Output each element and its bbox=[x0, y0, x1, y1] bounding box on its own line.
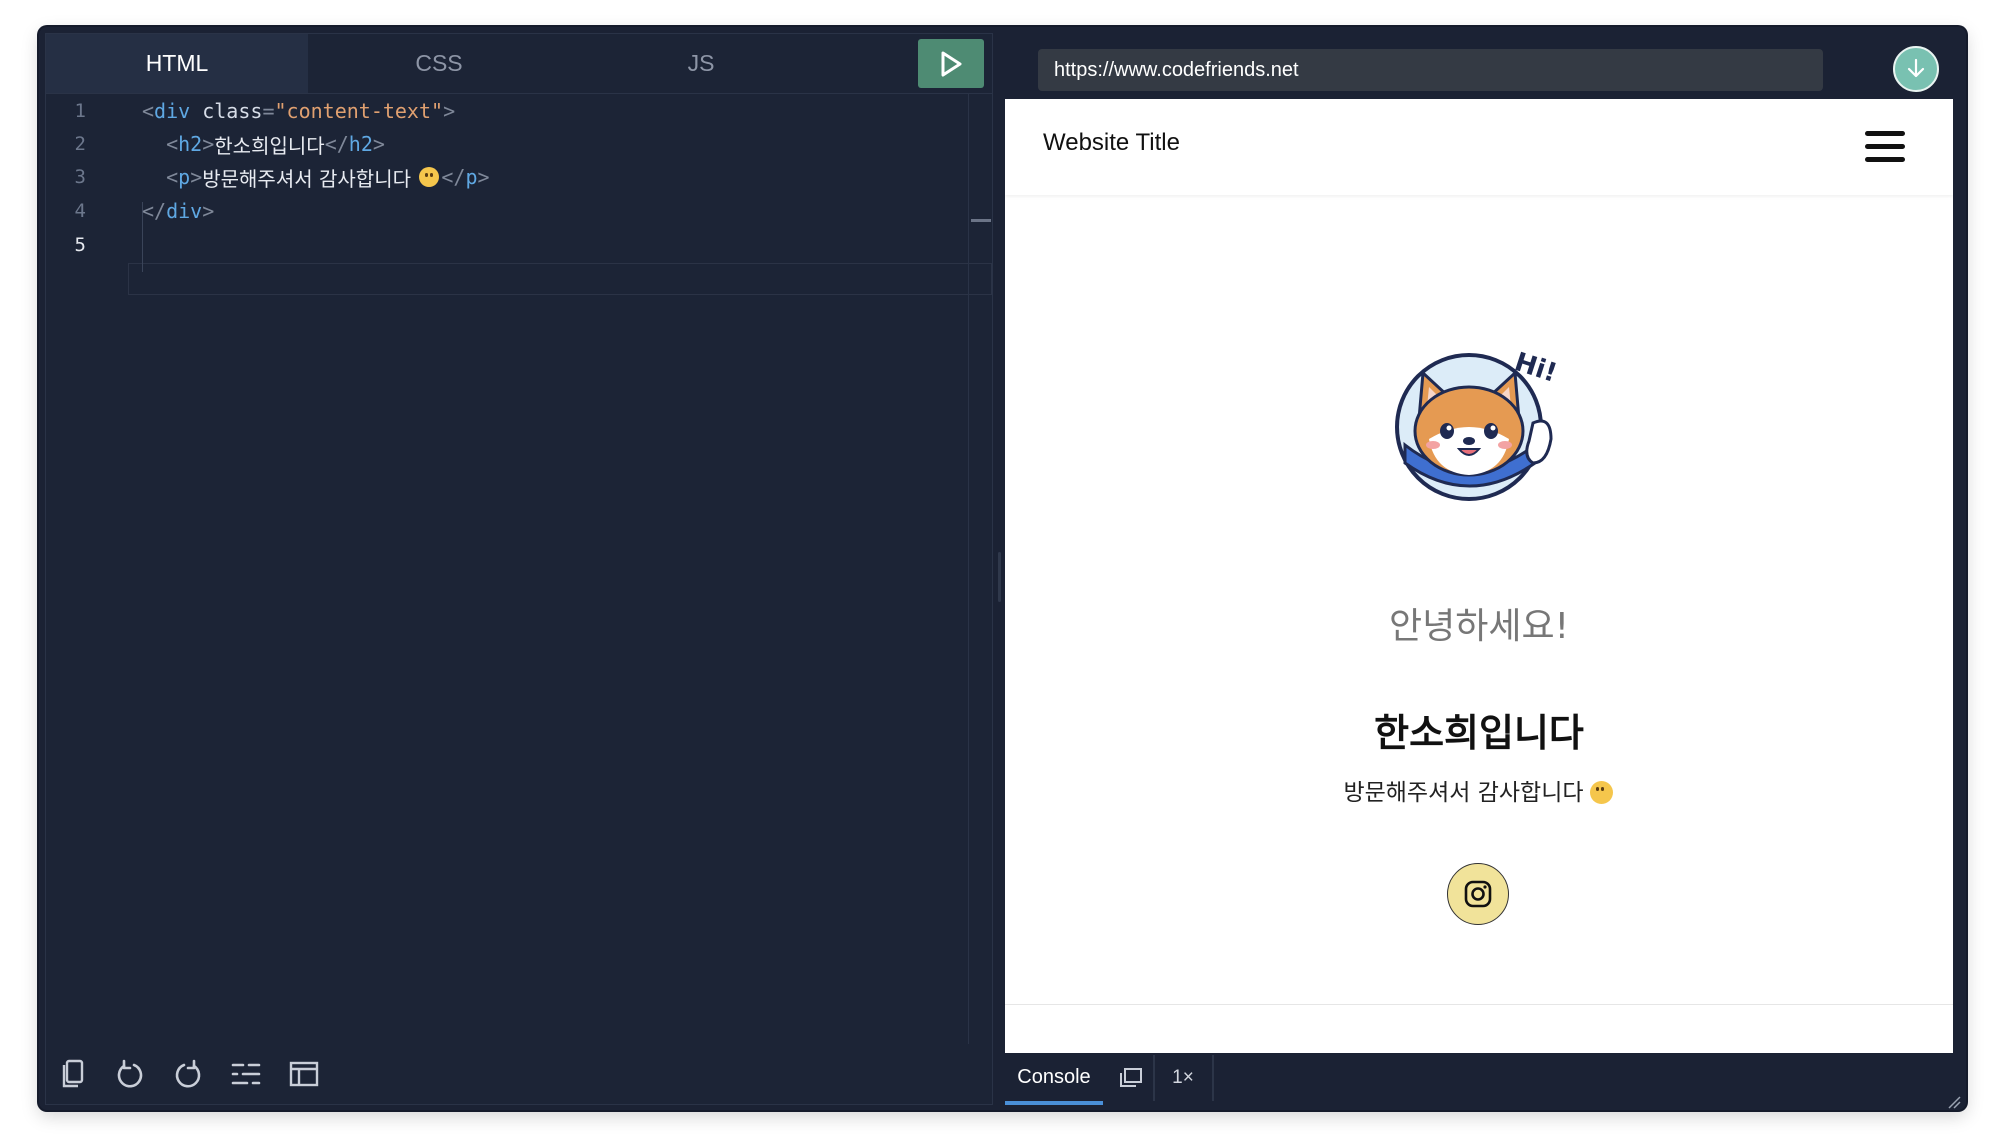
code-tag: p bbox=[465, 165, 478, 189]
redo-icon bbox=[175, 1059, 201, 1088]
smile-emoji-icon bbox=[1589, 781, 1613, 804]
pane-splitter[interactable] bbox=[998, 552, 1001, 602]
code-punct: </ bbox=[441, 165, 466, 189]
code-tag: h2 bbox=[348, 132, 373, 156]
code-editor-pane: HTML CSS JS 1 < div class = "content-text" > … bbox=[45, 33, 993, 1105]
code-punct: > bbox=[190, 165, 203, 189]
format-icon bbox=[231, 1063, 261, 1085]
code-line-5: 5 bbox=[46, 228, 992, 262]
play-icon bbox=[941, 51, 962, 76]
line-number: 2 bbox=[74, 133, 86, 155]
shiba-astronaut-avatar: Hi! bbox=[1395, 347, 1561, 501]
console-bar: Console 1× bbox=[1005, 1053, 1960, 1105]
line-number: 5 bbox=[74, 234, 86, 256]
tab-js[interactable]: JS bbox=[570, 34, 832, 93]
hamburger-icon[interactable] bbox=[1865, 131, 1905, 163]
code-punct: > bbox=[202, 199, 215, 223]
code-punct: > bbox=[443, 99, 456, 123]
code-punct: = bbox=[262, 99, 275, 123]
instagram-button[interactable] bbox=[1447, 863, 1509, 925]
speed-toggle[interactable]: 1× bbox=[1157, 1053, 1209, 1103]
editor-scroll-marker[interactable] bbox=[971, 219, 991, 222]
tab-html[interactable]: HTML bbox=[46, 34, 308, 93]
editor-tabs: HTML CSS JS bbox=[46, 34, 992, 94]
code-tag: p bbox=[178, 165, 191, 189]
code-punct: </ bbox=[142, 199, 167, 223]
popout-button[interactable] bbox=[1113, 1061, 1147, 1095]
code-punct: > bbox=[202, 132, 215, 156]
undo-button[interactable] bbox=[112, 1056, 148, 1092]
url-field[interactable]: https://www.codefriends.net bbox=[1038, 49, 1823, 91]
website-preview: Website Title Hi! 안녕하세요! 한소희입니다 방문해주셔서 감… bbox=[1005, 99, 1953, 1053]
code-area[interactable]: 1 < div class = "content-text" > 2 < h2 > 한소희입니다… bbox=[46, 94, 992, 1044]
greeting-text: 안녕하세요! bbox=[1388, 606, 1570, 647]
code-punct: < bbox=[166, 165, 179, 189]
address-bar: https://www.codefriends.net bbox=[1005, 33, 1960, 99]
code-punct: </ bbox=[324, 132, 349, 156]
code-line-3: 3 < p > 방문해주셔서 감사합니다 </p > bbox=[46, 160, 992, 194]
code-punct: > bbox=[372, 132, 385, 156]
preview-pane: https://www.codefriends.net Website Titl… bbox=[1005, 33, 1960, 1105]
editor-toolbar bbox=[46, 1044, 992, 1104]
tab-css[interactable]: CSS bbox=[308, 34, 570, 93]
download-button[interactable] bbox=[1893, 46, 1939, 92]
download-icon bbox=[1907, 58, 1925, 78]
layout-icon bbox=[289, 1061, 319, 1087]
instagram-icon bbox=[1464, 880, 1492, 908]
thanks-paragraph: 방문해주셔서 감사합니다 bbox=[1005, 773, 1953, 807]
code-punct: < bbox=[142, 99, 155, 123]
current-line-highlight bbox=[128, 263, 992, 295]
code-line-2: 2 < h2 > 한소희입니다 </h2 > bbox=[46, 127, 992, 161]
code-text: 방문해주셔서 감사합니다 bbox=[202, 166, 418, 191]
code-tag: div bbox=[166, 199, 203, 223]
name-heading: 한소희입니다 bbox=[1374, 711, 1584, 755]
layout-button[interactable] bbox=[286, 1056, 322, 1092]
separator bbox=[1212, 1055, 1214, 1101]
site-header: Website Title bbox=[1005, 99, 1953, 195]
separator bbox=[1153, 1055, 1155, 1101]
code-punct: < bbox=[166, 132, 179, 156]
copy-button[interactable] bbox=[54, 1056, 90, 1092]
line-number: 4 bbox=[74, 200, 86, 222]
line-number: 1 bbox=[74, 100, 86, 122]
code-tag: div bbox=[154, 99, 191, 123]
editor-scrollbar-track bbox=[968, 94, 969, 1044]
copy-icon bbox=[62, 1059, 84, 1088]
code-tag: h2 bbox=[178, 132, 203, 156]
smile-emoji-icon bbox=[419, 167, 440, 187]
code-punct: > bbox=[477, 165, 490, 189]
footer-divider bbox=[1005, 1004, 1953, 1005]
code-attr: class bbox=[202, 99, 263, 123]
code-string: "content-text" bbox=[274, 99, 444, 123]
code-line-1: 1 < div class = "content-text" > bbox=[46, 94, 992, 128]
redo-button[interactable] bbox=[170, 1056, 206, 1092]
undo-icon bbox=[117, 1059, 143, 1088]
popout-icon bbox=[1120, 1068, 1142, 1087]
console-tab[interactable]: Console bbox=[1005, 1053, 1103, 1105]
format-button[interactable] bbox=[228, 1056, 264, 1092]
run-button[interactable] bbox=[918, 39, 984, 88]
code-playground: HTML CSS JS 1 < div class = "content-text" > … bbox=[39, 27, 1966, 1110]
site-title: Website Title bbox=[1043, 129, 1180, 156]
line-number: 3 bbox=[74, 166, 86, 188]
code-line-4: 4 </div > bbox=[46, 194, 992, 228]
code-text: 한소희입니다 bbox=[214, 133, 325, 158]
resize-grip-icon[interactable] bbox=[1947, 1095, 1961, 1109]
thanks-text: 방문해주셔서 감사합니다 bbox=[1343, 780, 1584, 806]
